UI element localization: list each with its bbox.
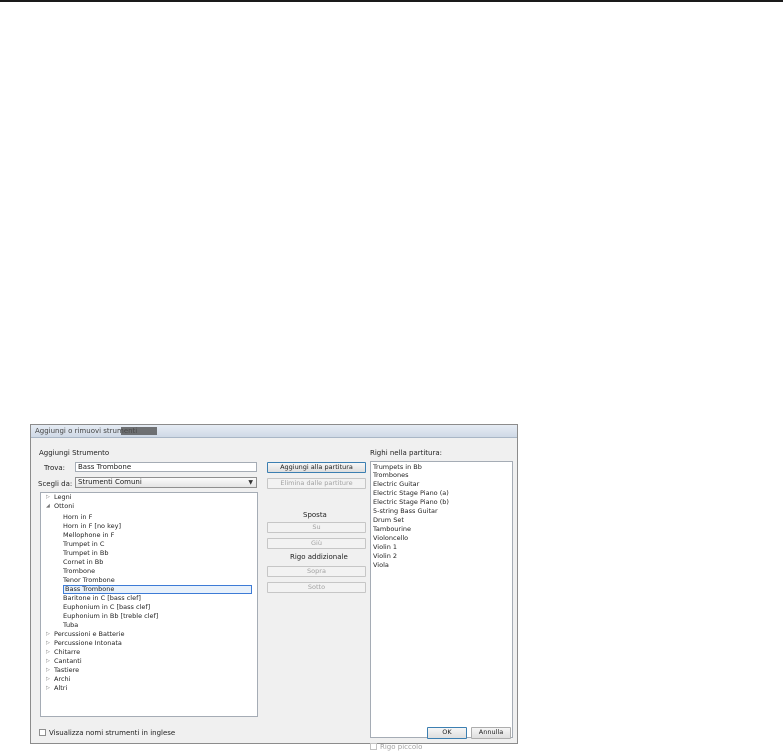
staff-item[interactable]: Electric Stage Piano (a) xyxy=(373,489,449,497)
extra-staff-above-button[interactable]: Sopra xyxy=(267,566,366,577)
ok-button[interactable]: OK xyxy=(427,727,467,739)
tree-item[interactable]: Horn in F xyxy=(63,513,92,522)
staves-list[interactable]: Trumpets in Bb Trombones Electric Guitar… xyxy=(370,461,513,738)
chevron-down-icon: ▼ xyxy=(248,479,253,486)
add-remove-instruments-dialog: Aggiungi o rimuovi strumenti Aggiungi St… xyxy=(30,424,518,751)
add-to-score-button[interactable]: Aggiungi alla partitura xyxy=(267,462,366,473)
tree-category-legni[interactable]: ▷ Legni xyxy=(46,493,72,502)
triangle-right-icon: ▷ xyxy=(46,649,50,655)
staff-item[interactable]: 5-string Bass Guitar xyxy=(373,507,438,515)
triangle-right-icon: ▷ xyxy=(46,640,50,646)
staff-item[interactable]: Electric Guitar xyxy=(373,480,419,488)
choose-from-value: Strumenti Comuni xyxy=(78,478,142,486)
move-down-button[interactable]: Giù xyxy=(267,538,366,549)
staff-item[interactable]: Electric Stage Piano (b) xyxy=(373,498,449,506)
extra-staff-below-button[interactable]: Sotto xyxy=(267,582,366,593)
tree-item[interactable]: Tuba xyxy=(63,621,78,630)
tree-item[interactable]: Trumpet in C xyxy=(63,540,104,549)
tree-item-selected[interactable]: Bass Trombone xyxy=(63,585,252,594)
staff-item[interactable]: Violin 1 xyxy=(373,543,397,551)
tree-category[interactable]: ▷ Percussione Intonata xyxy=(46,639,122,648)
staff-item[interactable]: Violin 2 xyxy=(373,552,397,560)
screen-top-border xyxy=(0,0,783,2)
triangle-right-icon: ▷ xyxy=(46,685,50,691)
tree-category[interactable]: ▷ Chitarre xyxy=(46,648,80,657)
tree-item[interactable]: Mellophone in F xyxy=(63,531,114,540)
extra-staff-label: Rigo addizionale xyxy=(290,553,348,561)
move-label: Sposta xyxy=(303,511,327,519)
find-label: Trova: xyxy=(44,464,66,472)
english-names-checkbox[interactable] xyxy=(39,729,46,736)
staves-in-score-title: Righi nella partitura: xyxy=(370,449,443,457)
title-bar[interactable]: Aggiungi o rimuovi strumenti xyxy=(31,425,517,438)
tree-category[interactable]: ▷ Archi xyxy=(46,675,70,684)
tree-item[interactable]: Cornet in Bb xyxy=(63,558,103,567)
tree-item[interactable]: Trombone xyxy=(63,567,95,576)
tree-category[interactable]: ▷ Altri xyxy=(46,684,67,693)
tree-item[interactable]: Trumpet in Bb xyxy=(63,549,108,558)
staff-item[interactable]: Trumpets in Bb xyxy=(373,463,422,471)
remove-from-score-button[interactable]: Elimina dalle partiture xyxy=(267,478,366,489)
tree-category[interactable]: ▷ Cantanti xyxy=(46,657,82,666)
staff-item[interactable]: Drum Set xyxy=(373,516,404,524)
title-bar-shadow xyxy=(121,427,157,435)
staff-item[interactable]: Trombones xyxy=(373,471,408,479)
add-instrument-section-title: Aggiungi Strumento xyxy=(39,449,110,457)
triangle-down-icon: ◢ xyxy=(46,503,50,509)
instrument-tree[interactable]: ▷ Legni ◢ Ottoni Horn in F Horn in F [no… xyxy=(40,492,258,717)
staff-item[interactable]: Violoncello xyxy=(373,534,408,542)
small-staff-label: Rigo piccolo xyxy=(380,743,423,751)
choose-from-label: Scegli da: xyxy=(38,480,73,488)
staff-item[interactable]: Viola xyxy=(373,561,389,569)
tree-item[interactable]: Euphonium in C [bass clef] xyxy=(63,603,150,612)
move-up-button[interactable]: Su xyxy=(267,522,366,533)
tree-category[interactable]: ▷ Tastiere xyxy=(46,666,79,675)
find-input[interactable]: Bass Trombone xyxy=(75,462,257,472)
triangle-right-icon: ▷ xyxy=(46,631,50,637)
tree-item[interactable]: Tenor Trombone xyxy=(63,576,115,585)
triangle-right-icon: ▷ xyxy=(46,667,50,673)
tree-category[interactable]: ▷ Percussioni e Batterie xyxy=(46,630,125,639)
triangle-right-icon: ▷ xyxy=(46,658,50,664)
tree-category-ottoni[interactable]: ◢ Ottoni xyxy=(46,502,74,511)
staff-item[interactable]: Tambourine xyxy=(373,525,411,533)
cancel-button[interactable]: Annulla xyxy=(471,727,511,739)
tree-item[interactable]: Baritone in C [bass clef] xyxy=(63,594,141,603)
tree-item[interactable]: Euphonium in Bb [treble clef] xyxy=(63,612,158,621)
triangle-right-icon: ▷ xyxy=(46,676,50,682)
triangle-right-icon: ▷ xyxy=(46,494,50,500)
tree-item[interactable]: Horn in F [no key] xyxy=(63,522,121,531)
choose-from-select[interactable]: Strumenti Comuni ▼ xyxy=(75,477,257,488)
english-names-label: Visualizza nomi strumenti in inglese xyxy=(49,729,176,737)
